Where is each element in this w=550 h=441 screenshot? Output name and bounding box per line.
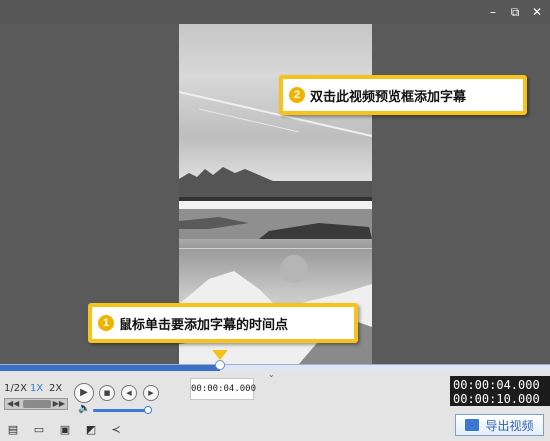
next-frame-icon: ▶ xyxy=(148,389,154,397)
next-frame-button[interactable]: ▶ xyxy=(143,385,159,401)
volume-knob[interactable] xyxy=(144,406,152,414)
maximize-button[interactable]: ⧉ xyxy=(505,3,525,21)
volume-icon[interactable]: 🔈 xyxy=(78,403,90,414)
save-as-icon[interactable]: ◩ xyxy=(84,423,98,436)
stop-icon: ■ xyxy=(103,389,111,397)
callout-double-click-hint: 2 双击此视频预览框添加字幕 xyxy=(279,75,527,115)
jog-handle[interactable] xyxy=(23,400,51,408)
callout-text: 双击此视频预览框添加字幕 xyxy=(310,89,467,105)
export-icon xyxy=(465,419,480,431)
callout-text: 鼠标单击要添加字幕的时间点 xyxy=(119,317,289,333)
time-marker-icon[interactable] xyxy=(212,350,228,360)
open-folder-icon[interactable]: ▭ xyxy=(32,423,46,436)
callout-body: 1 鼠标单击要添加字幕的时间点 xyxy=(92,307,354,339)
time-tooltip: 00:00:04.000 xyxy=(190,378,256,400)
total-time: 00:00:10.000 xyxy=(453,392,540,406)
callout-number: 2 xyxy=(289,87,305,103)
add-subtitle-icon[interactable]: ▤ xyxy=(6,423,20,436)
callout-number: 1 xyxy=(98,315,114,331)
previous-frame-button[interactable]: ◀ xyxy=(121,385,137,401)
close-button[interactable]: ✕ xyxy=(527,3,547,21)
speed-half-button[interactable]: 1/2X xyxy=(4,383,27,394)
export-video-button[interactable]: 导出视频 xyxy=(455,414,544,436)
maximize-icon: ⧉ xyxy=(510,5,520,19)
video-frame-lake xyxy=(179,139,372,248)
play-button[interactable]: ▶ xyxy=(74,383,94,403)
stop-button[interactable]: ■ xyxy=(99,385,115,401)
volume-control[interactable]: 🔈 xyxy=(78,403,152,416)
minimize-icon: – xyxy=(490,5,496,19)
minimize-button[interactable]: – xyxy=(483,3,503,21)
volume-track[interactable] xyxy=(93,409,148,412)
title-bar: – ⧉ ✕ xyxy=(0,0,550,24)
current-time: 00:00:04.000 xyxy=(453,378,540,392)
timeline-track[interactable] xyxy=(0,364,550,371)
lake-graphic xyxy=(179,167,372,239)
save-icon[interactable]: ▣ xyxy=(58,423,72,436)
jog-shuttle[interactable]: ◀◀ ▶▶ xyxy=(4,398,68,410)
share-icon[interactable]: ≺ xyxy=(109,423,123,436)
timeline-playhead[interactable] xyxy=(215,360,225,370)
callout-body: 2 双击此视频预览框添加字幕 xyxy=(283,79,523,111)
timecode-display: 00:00:04.000 00:00:10.000 xyxy=(450,376,550,406)
fast-forward-icon[interactable]: ▶▶ xyxy=(53,399,65,409)
chevron-down-icon[interactable]: ⌄ xyxy=(268,370,275,379)
rewind-icon[interactable]: ◀◀ xyxy=(7,399,19,409)
callout-click-timeline-hint: 1 鼠标单击要添加字幕的时间点 xyxy=(88,303,358,343)
speed-normal-button[interactable]: 1X xyxy=(30,383,43,394)
play-icon: ▶ xyxy=(80,387,88,398)
speed-double-button[interactable]: 2X xyxy=(49,383,62,394)
export-label: 导出视频 xyxy=(485,418,534,433)
timeline-progress xyxy=(0,365,220,371)
previous-frame-icon: ◀ xyxy=(126,389,132,397)
close-icon: ✕ xyxy=(531,5,543,19)
